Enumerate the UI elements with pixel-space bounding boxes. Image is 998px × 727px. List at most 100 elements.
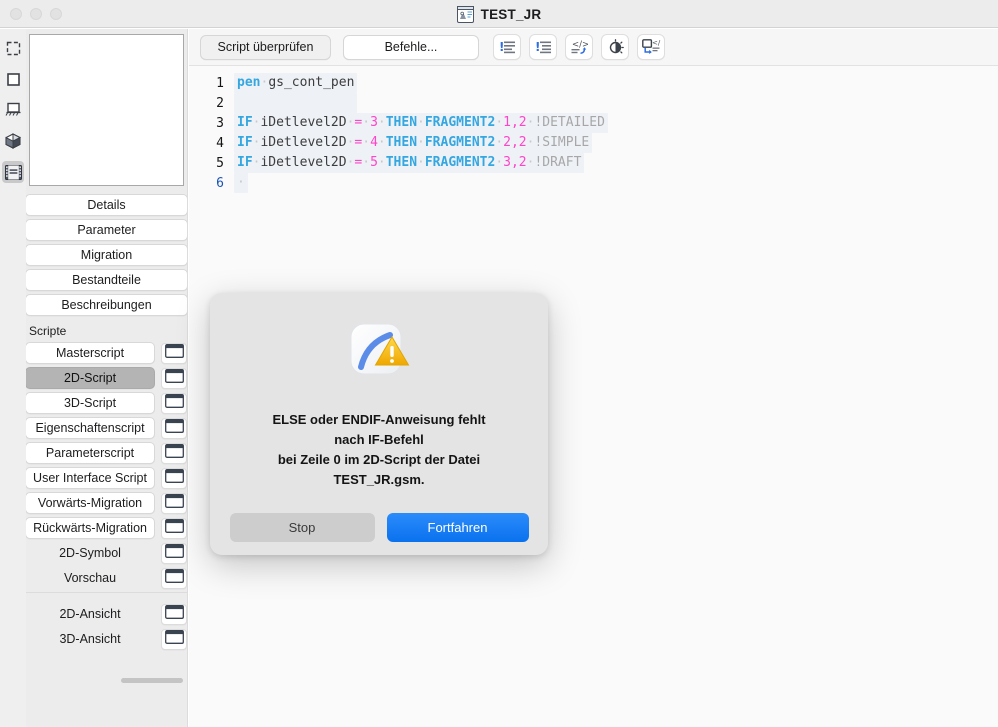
script-user-interface-script[interactable]: User Interface Script bbox=[26, 467, 156, 489]
code-text[interactable]: IF·iDetlevel2D·=·5·THEN·FRAGMENT2·3,2·!D… bbox=[234, 153, 585, 173]
error-dialog: ELSE oder ENDIF-Anweisung fehlt nach IF-… bbox=[210, 293, 548, 555]
script-rückwärts-migration[interactable]: Rückwärts-Migration bbox=[26, 517, 156, 539]
view-3d-ansicht[interactable]: 3D-Ansicht bbox=[26, 628, 155, 650]
zoom-button[interactable] bbox=[50, 7, 62, 20]
indent-errors-left-icon[interactable]: ! bbox=[493, 34, 521, 60]
token-dot: · bbox=[495, 155, 504, 170]
line-number: 4 bbox=[216, 135, 224, 151]
token-kw: THEN bbox=[385, 115, 418, 130]
script-row: 3D-Script bbox=[26, 392, 187, 414]
open-window-button[interactable] bbox=[161, 492, 187, 514]
sidebar-nav-bestandteile[interactable]: Bestandteile bbox=[26, 269, 187, 291]
contrast-icon[interactable] bbox=[601, 34, 629, 60]
script-row: Parameterscript bbox=[26, 442, 187, 464]
open-window-button[interactable] bbox=[161, 467, 187, 489]
open-window-button[interactable] bbox=[161, 392, 187, 414]
dialog-actions: Stop Fortfahren bbox=[229, 513, 529, 542]
script-vorwärts-migration[interactable]: Vorwärts-Migration bbox=[26, 492, 156, 514]
view-list: 2D-Ansicht 3D-Ansicht bbox=[26, 603, 187, 650]
code-line: 1 pen·gs_cont_pen bbox=[189, 73, 998, 93]
script-row: Rückwärts-Migration bbox=[26, 517, 187, 539]
code-line: 2 bbox=[189, 93, 998, 113]
commands-button[interactable]: Befehle... bbox=[343, 34, 479, 60]
script-2d-script[interactable]: 2D-Script bbox=[26, 367, 156, 389]
sidebar-nav-details[interactable]: Details bbox=[26, 194, 187, 216]
svg-text:!: ! bbox=[535, 40, 540, 54]
minimize-button[interactable] bbox=[30, 7, 42, 20]
token-num: 2,2 bbox=[503, 135, 527, 150]
script-vorschau[interactable]: Vorschau bbox=[26, 567, 155, 589]
sidebar-nav-label: Bestandteile bbox=[72, 273, 141, 287]
script-label: User Interface Script bbox=[33, 471, 147, 485]
open-window-button[interactable] bbox=[161, 417, 187, 439]
code-window-icon[interactable]: </> bbox=[637, 34, 665, 60]
token-kw: IF bbox=[237, 155, 253, 170]
open-window-button[interactable] bbox=[161, 342, 187, 364]
check-script-button[interactable]: Script überprüfen bbox=[200, 34, 331, 60]
window-icon bbox=[164, 543, 184, 563]
stop-button[interactable]: Stop bbox=[229, 513, 375, 542]
token-kw: THEN bbox=[385, 135, 418, 150]
part-preview[interactable] bbox=[29, 34, 184, 186]
sidebar-nav-beschreibungen[interactable]: Beschreibungen bbox=[26, 294, 187, 316]
close-button[interactable] bbox=[10, 7, 22, 20]
script-row: User Interface Script bbox=[26, 467, 187, 489]
floorplan-symbol-icon[interactable] bbox=[2, 99, 24, 121]
window-icon bbox=[164, 604, 184, 624]
window-title-group: TEST_JR bbox=[0, 0, 998, 28]
indent-errors-right-icon[interactable]: ! bbox=[529, 34, 557, 60]
token-id: iDetlevel2D bbox=[260, 135, 347, 150]
code-text[interactable]: IF·iDetlevel2D·=·4·THEN·FRAGMENT2·2,2·!S… bbox=[234, 133, 593, 153]
script-2d-symbol[interactable]: 2D-Symbol bbox=[26, 542, 155, 564]
open-window-button[interactable] bbox=[161, 603, 187, 625]
scripts-section-label: Scripte bbox=[29, 324, 67, 338]
sidebar-nav-migration[interactable]: Migration bbox=[26, 244, 187, 266]
code-text[interactable]: IF·iDetlevel2D·=·3·THEN·FRAGMENT2·1,2·!D… bbox=[234, 113, 608, 133]
open-window-button[interactable] bbox=[161, 542, 187, 564]
dialog-message: ELSE oder ENDIF-Anweisung fehlt nach IF-… bbox=[272, 412, 486, 487]
left-sidebar: Details Parameter Migration Bestandteile Bes… bbox=[26, 29, 188, 727]
token-dot: · bbox=[417, 155, 425, 170]
script-eigenschaftenscript[interactable]: Eigenschaftenscript bbox=[26, 417, 156, 439]
token-id: iDetlevel2D bbox=[260, 115, 347, 130]
line-number: 3 bbox=[216, 115, 224, 131]
svg-text:</>: </> bbox=[572, 40, 588, 50]
line-number: 1 bbox=[216, 75, 224, 91]
continue-button[interactable]: Fortfahren bbox=[386, 513, 529, 542]
script-row: 2D-Symbol bbox=[26, 542, 187, 564]
sidebar-horizontal-scrollbar[interactable] bbox=[121, 678, 183, 683]
script-3d-script[interactable]: 3D-Script bbox=[26, 392, 156, 414]
open-window-button[interactable] bbox=[161, 567, 187, 589]
token-dot: · bbox=[362, 115, 371, 130]
open-window-button[interactable] bbox=[161, 517, 187, 539]
line-number: 2 bbox=[216, 95, 224, 111]
token-kw: THEN bbox=[385, 155, 418, 170]
code-export-icon[interactable]: </> bbox=[565, 34, 593, 60]
tool-strip bbox=[0, 29, 26, 727]
code-text[interactable] bbox=[234, 93, 358, 113]
selection-tool-icon[interactable] bbox=[2, 37, 24, 59]
token-dot: · bbox=[377, 135, 386, 150]
window-controls bbox=[10, 7, 62, 20]
script-label: 2D-Ansicht bbox=[59, 607, 121, 621]
view-2d-ansicht[interactable]: 2D-Ansicht bbox=[26, 603, 155, 625]
script-row: Eigenschaftenscript bbox=[26, 417, 187, 439]
token-dot: · bbox=[362, 155, 371, 170]
token-dot: · bbox=[377, 155, 386, 170]
sidebar-nav-parameter[interactable]: Parameter bbox=[26, 219, 187, 241]
open-window-button[interactable] bbox=[161, 442, 187, 464]
script-label: Vorschau bbox=[63, 571, 117, 585]
script-parameterscript[interactable]: Parameterscript bbox=[26, 442, 156, 464]
script-masterscript[interactable]: Masterscript bbox=[26, 342, 156, 364]
code-text[interactable]: · bbox=[234, 173, 248, 193]
token-dot: · bbox=[377, 115, 386, 130]
rectangle-tool-icon[interactable] bbox=[2, 68, 24, 90]
code-line: 6 · bbox=[189, 173, 998, 193]
token-kw: FRAGMENT2 bbox=[424, 115, 496, 130]
filmstrip-script-icon[interactable] bbox=[2, 161, 24, 183]
open-window-button[interactable] bbox=[161, 628, 187, 650]
sidebar-nav-label: Details bbox=[87, 198, 126, 212]
open-window-button[interactable] bbox=[161, 367, 187, 389]
3d-cube-icon[interactable] bbox=[2, 130, 24, 152]
code-text[interactable]: pen·gs_cont_pen bbox=[234, 73, 358, 93]
